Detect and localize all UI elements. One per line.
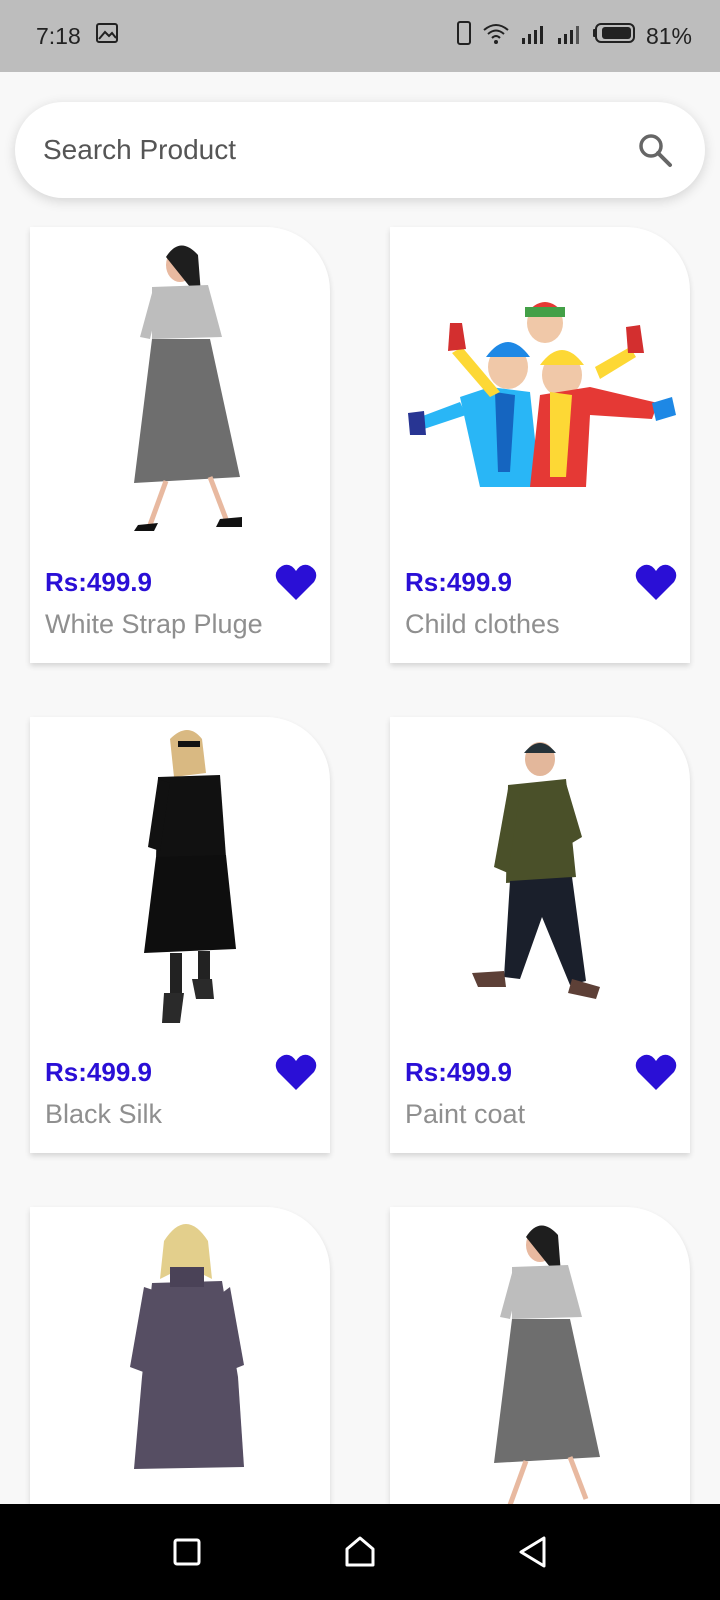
product-image	[144, 730, 236, 1023]
recent-apps-icon[interactable]	[157, 1522, 217, 1582]
product-name: Black Silk	[45, 1099, 163, 1129]
battery-icon	[592, 22, 636, 50]
status-bar: 7:18 81%	[0, 0, 720, 72]
product-price: Rs:499.9	[45, 1057, 152, 1087]
product-card[interactable]: Rs:499.9 White Strap Pluge	[30, 227, 330, 663]
gallery-icon	[95, 22, 119, 50]
status-right: 81%	[456, 21, 692, 51]
signal-icon	[520, 23, 546, 50]
heart-icon[interactable]	[634, 562, 678, 602]
signal-icon	[556, 23, 582, 50]
product-image	[134, 245, 242, 531]
vibrate-icon	[456, 21, 472, 51]
search-bar	[15, 102, 705, 198]
heart-icon[interactable]	[274, 1052, 318, 1092]
product-image	[408, 302, 676, 487]
search-input[interactable]	[43, 134, 633, 166]
status-left: 7:18	[36, 22, 119, 50]
product-price: Rs:499.9	[405, 1057, 512, 1087]
heart-icon[interactable]	[634, 1052, 678, 1092]
product-card[interactable]: Rs:499.9 Child clothes	[390, 227, 690, 663]
wifi-icon	[482, 22, 510, 50]
home-icon[interactable]	[330, 1522, 390, 1582]
product-card[interactable]: Rs:499.9 Paint coat	[390, 717, 690, 1153]
back-icon[interactable]	[503, 1522, 563, 1582]
product-price: Rs:499.9	[405, 567, 512, 597]
search-icon[interactable]	[633, 128, 677, 172]
product-card[interactable]: Rs:499.9 Black Silk	[30, 717, 330, 1153]
battery-percent: 81%	[645, 22, 692, 49]
product-name: White Strap Pluge	[45, 609, 263, 639]
product-image	[494, 1225, 600, 1506]
product-image	[130, 1224, 244, 1469]
product-image	[472, 742, 600, 999]
product-price: Rs:499.9	[45, 567, 152, 597]
product-name: Paint coat	[405, 1099, 526, 1129]
heart-icon[interactable]	[274, 562, 318, 602]
product-name: Child clothes	[405, 609, 560, 639]
clock: 7:18	[36, 22, 81, 49]
navigation-bar	[0, 1504, 720, 1600]
